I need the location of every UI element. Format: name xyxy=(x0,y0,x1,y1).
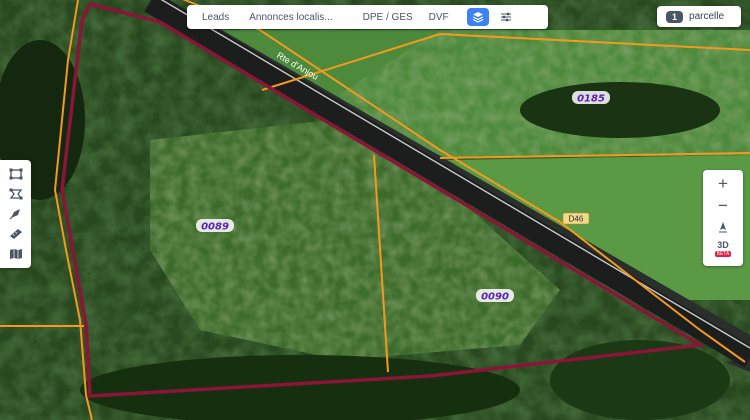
tab-leads[interactable]: Leads xyxy=(196,12,235,23)
zoom-in-button[interactable]: + xyxy=(703,172,743,194)
map-icon xyxy=(9,249,22,259)
tab-dvf[interactable]: DVF xyxy=(423,12,455,23)
pen-tool-icon xyxy=(9,209,20,220)
pen-tool-button[interactable] xyxy=(5,206,27,222)
draw-polygon-button[interactable] xyxy=(5,186,27,202)
sliders-icon xyxy=(500,12,511,22)
measure-button[interactable] xyxy=(5,226,27,242)
zoom-out-button[interactable]: − xyxy=(703,194,743,216)
ruler-icon xyxy=(9,229,22,239)
view-3d-button[interactable]: 3D BETA xyxy=(714,240,732,257)
tab-dpe-ges[interactable]: DPE / GES xyxy=(357,12,419,23)
filters-button[interactable] xyxy=(495,8,517,26)
draw-polygon-icon xyxy=(9,188,22,200)
map-controls: + − 3D BETA xyxy=(703,170,743,266)
top-toolbar: Leads Annonces localis... DPE / GES DVF xyxy=(187,5,548,29)
draw-rectangle-button[interactable] xyxy=(5,166,27,182)
parcel-label-0090[interactable]: 0090 xyxy=(481,292,509,303)
draw-rectangle-icon xyxy=(9,168,22,180)
compass-icon xyxy=(719,222,727,233)
satellite-map[interactable]: Rte d'Anjou D46 0089 0090 0185 xyxy=(0,0,750,420)
parcel-label-0089[interactable]: 0089 xyxy=(201,222,229,233)
road-ref-label: D46 xyxy=(569,215,584,224)
layers-icon xyxy=(472,12,483,23)
drawing-toolbar xyxy=(0,160,31,268)
beta-badge: BETA xyxy=(714,251,732,257)
parcel-count-chip[interactable]: 1 parcelle xyxy=(657,6,741,27)
compass-button[interactable] xyxy=(703,216,743,238)
layers-button[interactable] xyxy=(466,8,489,26)
tab-annonces[interactable]: Annonces localis... xyxy=(243,12,338,23)
parcel-count-label: parcelle xyxy=(689,11,725,22)
tree-cluster xyxy=(520,82,720,138)
view-3d-label: 3D xyxy=(717,240,729,250)
parcel-label-0185[interactable]: 0185 xyxy=(577,94,605,105)
parcel-count: 1 xyxy=(666,10,684,23)
map-view-button[interactable] xyxy=(5,246,27,262)
